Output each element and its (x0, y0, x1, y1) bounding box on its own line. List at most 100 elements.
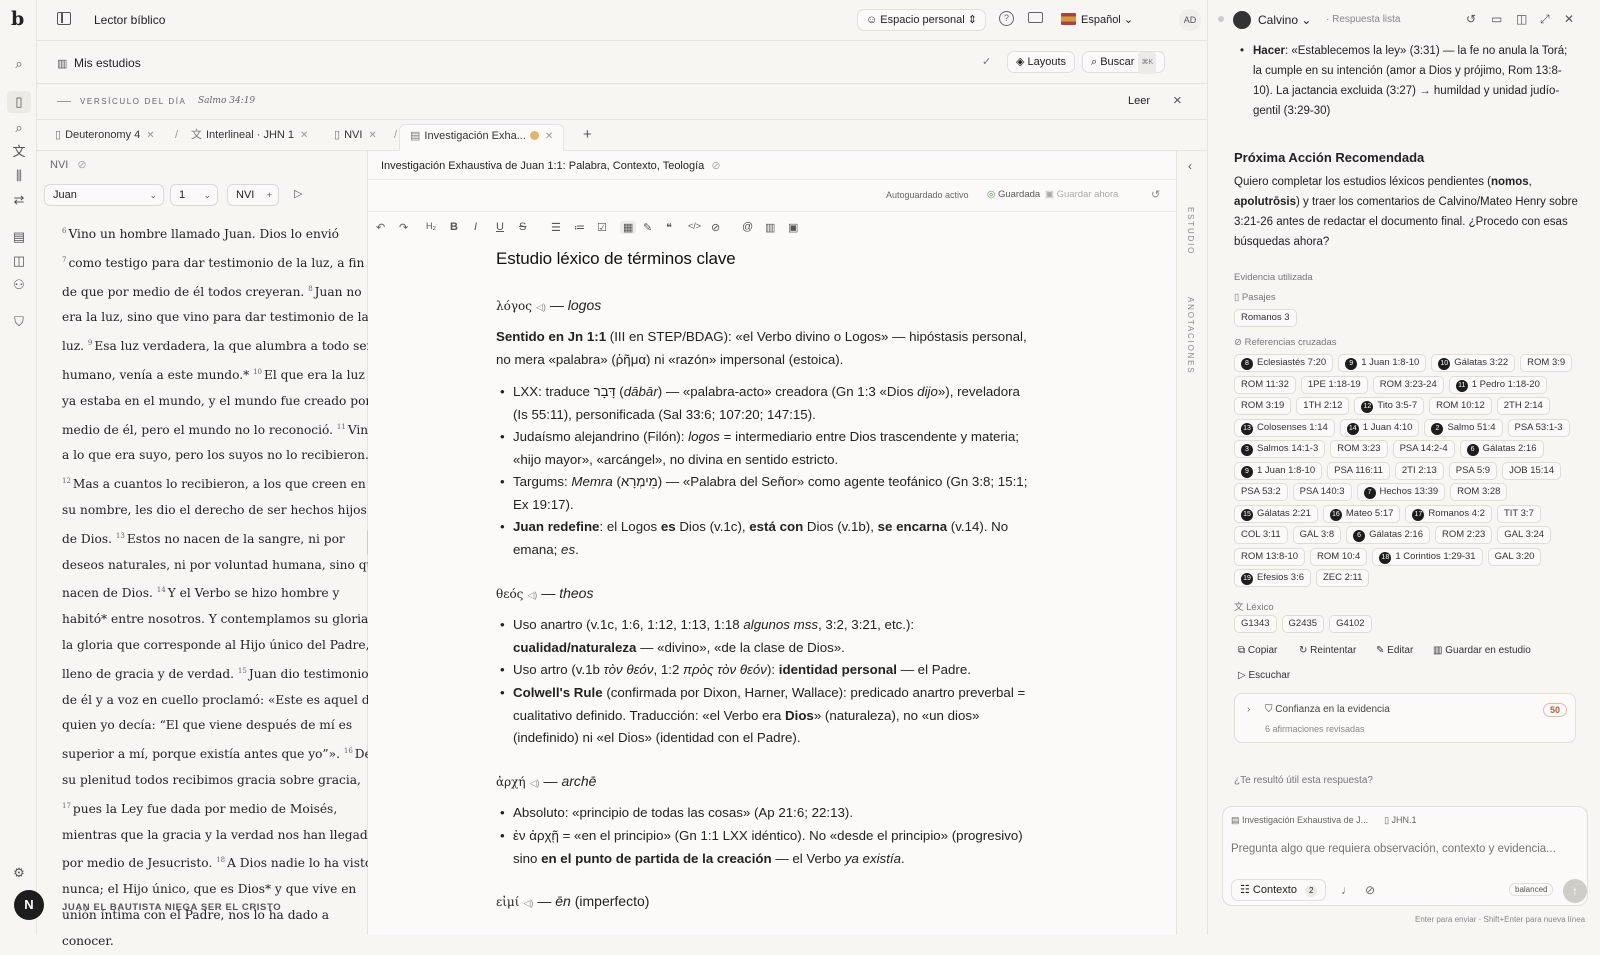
quote-icon[interactable]: ❝ (666, 221, 672, 234)
tab-investigation[interactable]: ▤ Investigación Exha... ✕ (399, 124, 565, 151)
xref-chip[interactable]: 12 Tito 3:5-7 (1354, 397, 1425, 415)
reader-icon[interactable]: ▯ (7, 91, 31, 113)
xref-chip[interactable]: PSA 140:3 (1292, 483, 1352, 501)
profile-avatar[interactable]: AD (1179, 9, 1201, 31)
close-icon[interactable]: × (1173, 92, 1182, 109)
study-panel-tab[interactable]: ESTUDIO (1186, 207, 1195, 255)
note-icon[interactable]: ▣ (788, 221, 798, 234)
xref-chip[interactable]: 16 Mateo 5:17 (1322, 504, 1401, 523)
xref-chip[interactable]: COL 3:11 (1234, 526, 1288, 544)
xref-chip[interactable]: 1PE 1:18-19 (1300, 375, 1368, 394)
xref-chip[interactable]: ROM 10:12 (1429, 397, 1492, 415)
mode-select[interactable]: balanced (1509, 883, 1554, 896)
context-button[interactable]: ☷ Contexto 2 (1231, 879, 1327, 901)
copy-button[interactable]: ⧉ Copiar (1238, 645, 1277, 656)
xref-chip[interactable]: 18 1 Corintios 1:29-31 (1372, 547, 1483, 566)
xref-chip[interactable]: 91 Juan 1:8-10 (1338, 354, 1427, 372)
underline-icon[interactable]: U (496, 221, 504, 233)
xref-chip[interactable]: ZEC 2:11 (1316, 569, 1370, 587)
attach-icon[interactable]: ⊘ (1365, 883, 1375, 897)
undo-icon[interactable]: ↶ (376, 221, 385, 234)
checklist-icon[interactable]: ☑ (597, 221, 607, 234)
xref-chip[interactable]: 15 Gálatas 2:21 (1234, 504, 1318, 523)
bible-ref-icon[interactable]: ▥ (765, 221, 775, 234)
compare-icon[interactable]: ⇄ (11, 192, 27, 208)
redo-icon[interactable]: ↷ (399, 221, 408, 234)
tab-nvi[interactable]: ▯ NVI ✕ (324, 124, 387, 151)
votd-reference[interactable]: Salmo 34:19 (198, 96, 255, 106)
plus-icon[interactable]: + (267, 185, 272, 205)
history-icon[interactable]: ↺ (1466, 12, 1476, 26)
gear-icon[interactable]: ⚙ (11, 865, 27, 881)
xref-chip[interactable]: 3 Salmos 14:1-3 (1234, 440, 1326, 458)
passage-chip[interactable]: Romanos 3 (1234, 309, 1297, 327)
xref-chip[interactable]: 1TH 2:12 (1296, 397, 1350, 415)
xref-chip[interactable]: PSA 116:11 (1327, 461, 1390, 480)
check-icon[interactable]: ✓ (982, 55, 991, 68)
speaker-icon[interactable]: ◁) (536, 302, 546, 312)
layouts-button[interactable]: ◈ Layouts (1007, 51, 1076, 73)
xref-chip[interactable]: ROM 2:23 (1435, 526, 1493, 544)
xref-chip[interactable]: ROM 11:32 (1234, 375, 1296, 394)
close-icon[interactable]: ✕ (146, 130, 154, 141)
speaker-icon[interactable]: ◁) (527, 590, 537, 600)
xref-chip[interactable]: 2TI 2:13 (1394, 461, 1444, 480)
language-select[interactable]: Español ⌄ (1061, 13, 1133, 26)
link-icon[interactable]: ⊘ (711, 221, 720, 234)
play-icon[interactable]: ▷ (294, 187, 302, 200)
mention-icon[interactable]: @ (742, 221, 753, 233)
save-now-button[interactable]: ▣ Guardar ahora (1045, 189, 1118, 200)
xref-chip[interactable]: 8 Eclesiastés 7:20 (1234, 354, 1334, 372)
xref-chip[interactable]: 13 Colosenses 1:14 (1234, 418, 1335, 437)
lexicon-chip[interactable]: G4102 (1329, 615, 1372, 633)
agent-select[interactable]: Calvino ⌄ (1258, 13, 1311, 27)
xref-chip[interactable]: 7 Hechos 13:39 (1356, 483, 1446, 501)
mic-icon[interactable]: ♩ (1341, 883, 1353, 897)
book-select[interactable]: Juan ⌄ (44, 184, 164, 206)
document-icon[interactable]: ▤ (11, 229, 27, 245)
notes-panel-tab[interactable]: ANOTACIONES (1186, 297, 1195, 374)
xref-chip[interactable]: PSA 53:2 (1234, 483, 1288, 501)
document-title[interactable]: Investigación Exhaustiva de Juan 1:1: Pa… (381, 159, 721, 172)
italic-icon[interactable]: I (474, 221, 477, 233)
lexicon-chip[interactable]: G2435 (1281, 615, 1325, 633)
speaker-icon[interactable]: ◁) (530, 778, 540, 788)
xref-chip[interactable]: 6 Gálatas 2:16 (1346, 526, 1430, 544)
xref-chip[interactable]: GAL 3:20 (1487, 547, 1542, 566)
xref-chip[interactable]: ROM 3:23-24 (1372, 375, 1444, 394)
close-icon[interactable]: ✕ (368, 130, 376, 141)
xref-chip[interactable]: 10 Gálatas 3:22 (1431, 354, 1516, 372)
library-icon[interactable]: ⫼ (11, 168, 27, 184)
code-icon[interactable]: </> (688, 221, 701, 231)
chapter-select[interactable]: 1 ⌄ (170, 184, 218, 206)
highlight-icon[interactable]: ✎ (643, 221, 652, 234)
xref-chip[interactable]: ROM 3:28 (1450, 483, 1508, 501)
xref-chip[interactable]: PSA 5:9 (1448, 461, 1498, 480)
xref-chip[interactable]: ROM 10:4 (1310, 547, 1368, 566)
close-icon[interactable]: ✕ (300, 130, 308, 141)
confidence-card[interactable]: › ⛉ Confianza en la evidencia 6 afirmaci… (1234, 693, 1576, 743)
speaker-icon[interactable]: ◁) (523, 898, 533, 908)
numbered-list-icon[interactable]: ≔ (574, 221, 585, 234)
edit-button[interactable]: ✎ Editar (1376, 645, 1413, 656)
xref-chip[interactable]: TIT 3:7 (1496, 504, 1541, 523)
translate-icon[interactable]: 文 (11, 144, 27, 160)
users-icon[interactable]: ⚇ (11, 277, 27, 293)
lookup-icon[interactable]: ⌕ (11, 120, 27, 136)
version-select[interactable]: NVI + (227, 184, 279, 206)
chevron-left-icon[interactable]: ‹ (1188, 159, 1192, 173)
xref-chip[interactable]: 2TH 2:14 (1496, 397, 1550, 415)
save-to-study-button[interactable]: ▥ Guardar en estudio (1433, 645, 1531, 656)
strike-icon[interactable]: S (519, 221, 526, 233)
xref-chip[interactable]: PSA 14:2-4 (1392, 440, 1455, 458)
bot-icon[interactable]: ◫ (11, 253, 27, 269)
retry-button[interactable]: ↻ Reintentar (1299, 645, 1356, 656)
search-button[interactable]: ⌕ Buscar ⌘K (1082, 51, 1166, 74)
help-icon[interactable]: ? (999, 11, 1014, 26)
xref-chip[interactable]: 11 1 Pedro 1:18-20 (1448, 375, 1547, 394)
lexicon-chip[interactable]: G1343 (1234, 615, 1277, 633)
xref-chip[interactable]: 14 1 Juan 4:10 (1339, 418, 1420, 437)
tab-interlinear[interactable]: 文 Interlineal · JHN 1 ✕ (181, 124, 318, 151)
sidebar-toggle-icon[interactable] (57, 12, 71, 25)
send-button[interactable]: ↑ (1563, 879, 1587, 903)
